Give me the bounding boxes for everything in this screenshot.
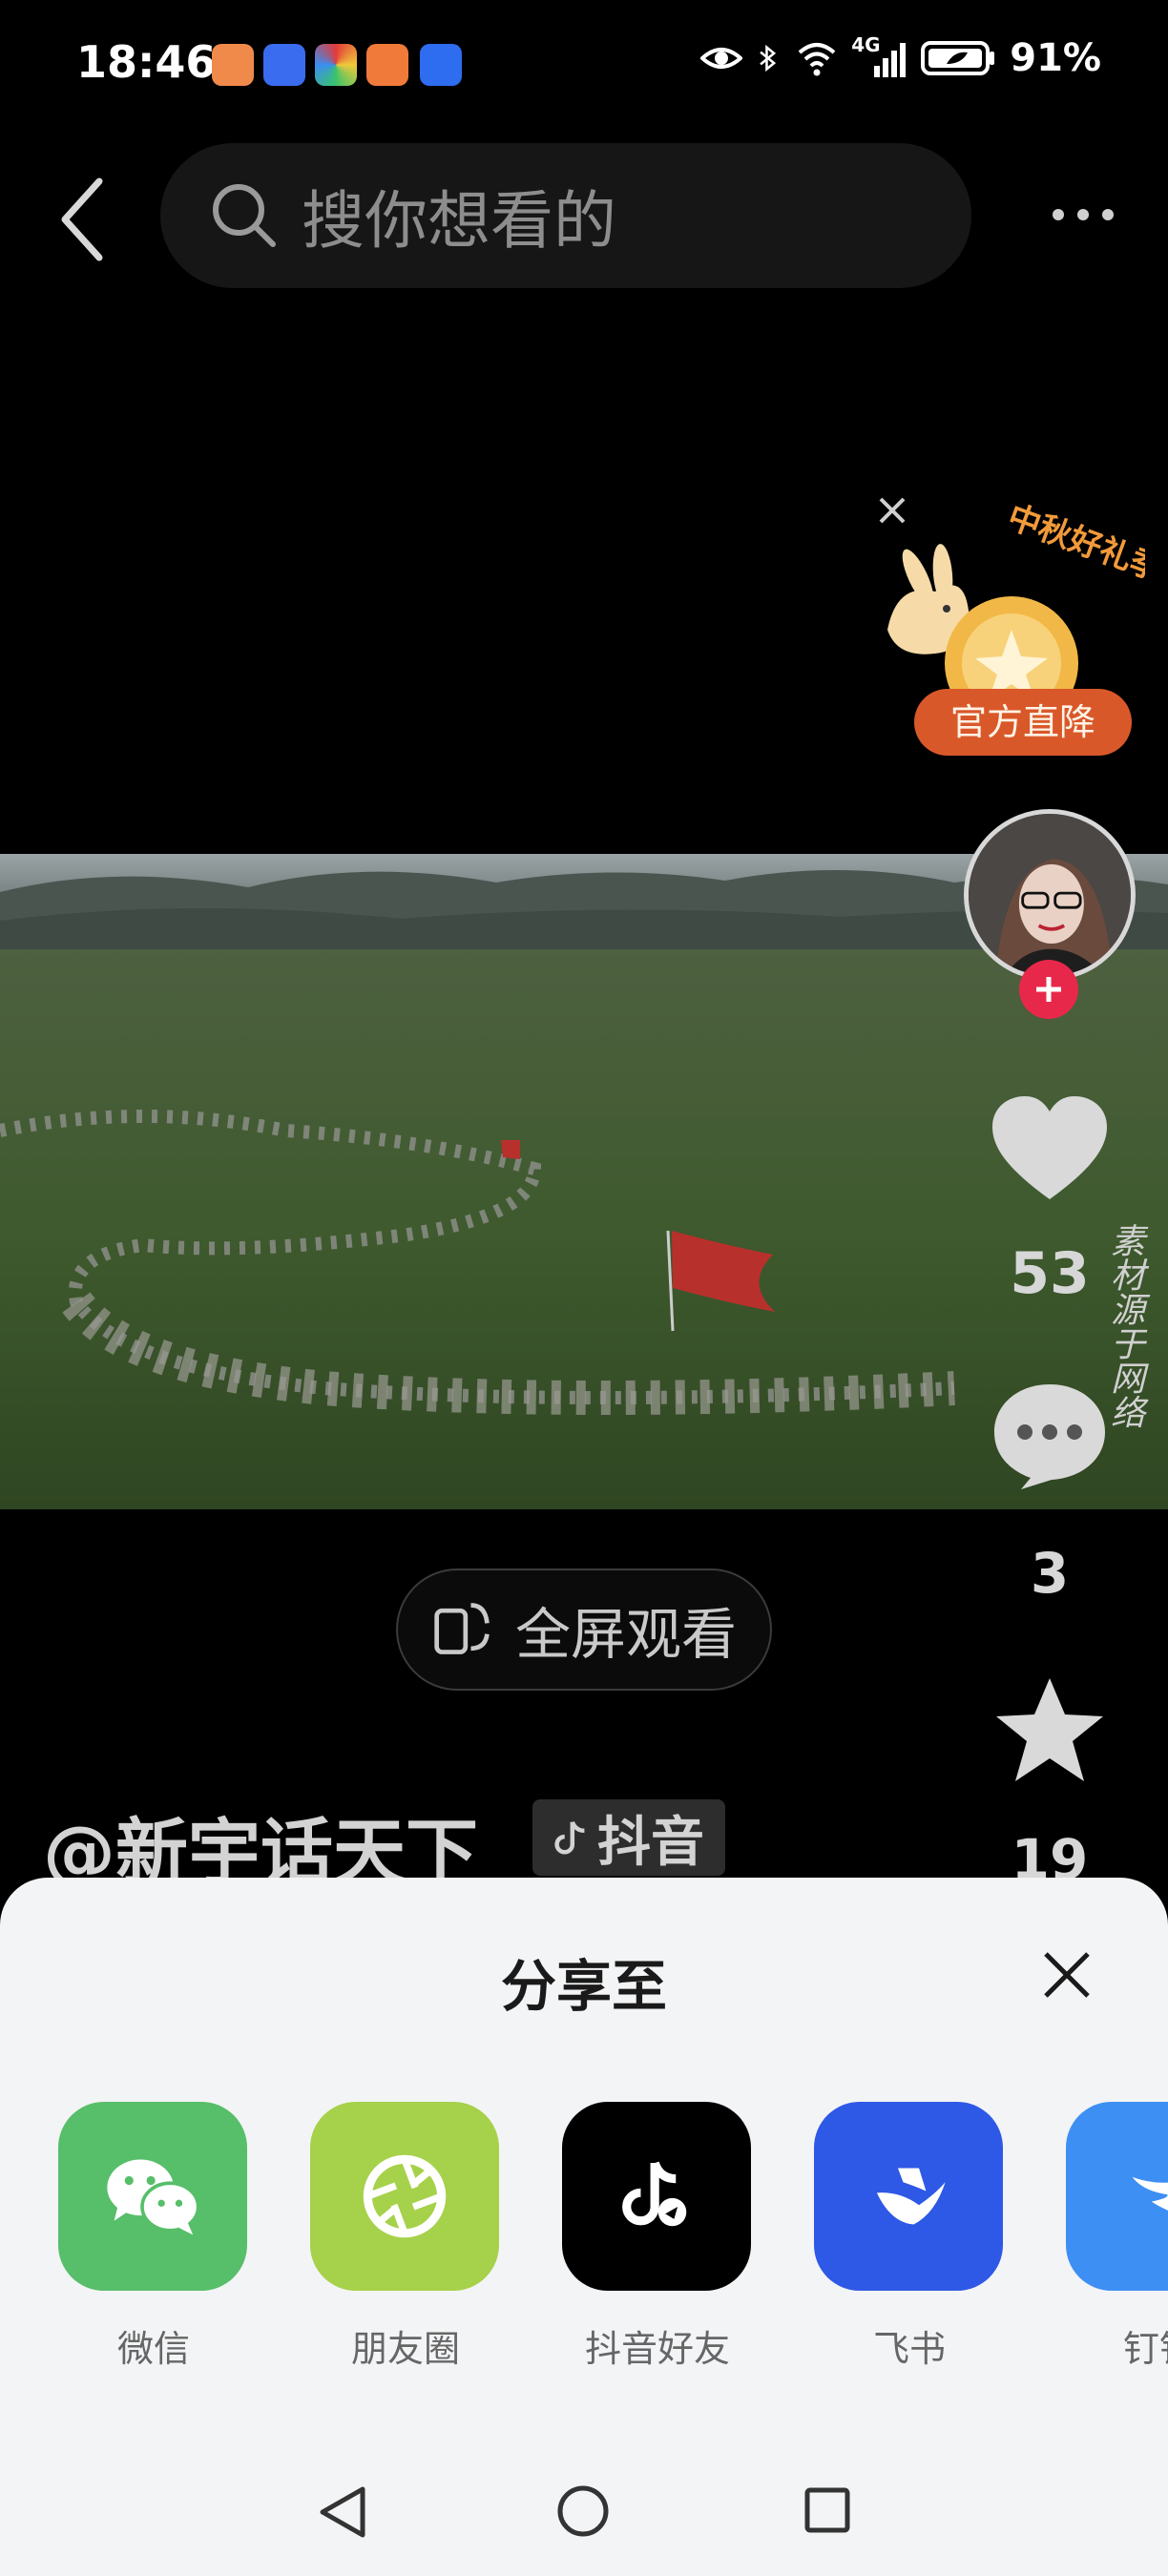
close-icon[interactable] xyxy=(1038,1946,1095,2004)
share-target-label: 朋友圈 xyxy=(350,2328,460,2370)
moments-shutter-icon xyxy=(310,2102,499,2291)
rotate-screen-icon xyxy=(434,1603,490,1654)
share-target-label: 微信 xyxy=(116,2328,190,2370)
platform-tag: 抖音 xyxy=(532,1799,725,1876)
battery-percent: 91% xyxy=(1010,36,1101,80)
back-button[interactable] xyxy=(38,172,134,267)
nav-home-icon[interactable] xyxy=(556,2484,610,2538)
network-type: 4G xyxy=(851,33,881,56)
notification-app-icon xyxy=(212,44,254,86)
eye-icon xyxy=(700,48,743,69)
video-watermark: 素材源于网络 xyxy=(1105,1223,1144,1429)
share-sheet-title: 分享至 xyxy=(500,1954,667,2019)
cellular-signal-icon: 4G xyxy=(851,33,907,79)
feishu-icon xyxy=(814,2102,1003,2291)
nav-back-icon[interactable] xyxy=(315,2483,368,2541)
search-icon xyxy=(213,184,276,247)
nav-recents-icon[interactable] xyxy=(803,2486,851,2534)
comment-icon[interactable] xyxy=(989,1379,1111,1491)
promo-close-icon[interactable] xyxy=(873,491,911,530)
share-target-label: 钉钉 xyxy=(1123,2328,1168,2370)
search-placeholder: 搜你想看的 xyxy=(302,184,616,258)
promo-badge-text: 中秋好礼季 xyxy=(1003,498,1145,590)
comment-count: 3 xyxy=(1030,1541,1070,1606)
promo-label[interactable]: 官方直降 xyxy=(914,689,1132,756)
douyin-friends-icon xyxy=(562,2102,751,2291)
status-time: 18:46 xyxy=(76,36,217,88)
share-target-douyin-friends[interactable]: 抖音好友 xyxy=(562,2102,753,2372)
battery-icon xyxy=(921,41,995,75)
notification-app-icon xyxy=(420,44,462,86)
fullscreen-label: 全屏观看 xyxy=(514,1602,737,1667)
dingtalk-icon xyxy=(1066,2102,1168,2291)
notification-app-icon xyxy=(263,44,305,86)
star-favorite-icon[interactable] xyxy=(992,1674,1107,1787)
douyin-note-icon xyxy=(554,1820,585,1855)
notification-app-icon xyxy=(366,44,408,86)
share-target-feishu[interactable]: 飞书 xyxy=(814,2102,1005,2372)
share-target-wechat[interactable]: 微信 xyxy=(58,2102,249,2372)
heart-like-icon[interactable] xyxy=(989,1092,1111,1205)
share-target-label: 抖音好友 xyxy=(584,2328,730,2370)
share-target-dingtalk[interactable]: 钉钉 xyxy=(1066,2102,1168,2372)
follow-plus-icon[interactable] xyxy=(1019,960,1078,1019)
search-input[interactable]: 搜你想看的 xyxy=(160,143,971,288)
fullscreen-button[interactable]: 全屏观看 xyxy=(396,1568,772,1691)
bluetooth-icon xyxy=(760,44,777,73)
platform-label: 抖音 xyxy=(597,1811,704,1874)
notification-app-icon xyxy=(315,44,357,86)
status-indicators: 4G 91% xyxy=(700,33,1101,80)
author-avatar[interactable] xyxy=(964,809,1136,981)
share-target-moments[interactable]: 朋友圈 xyxy=(310,2102,501,2372)
status-bar: 18:46 4G 91% xyxy=(0,0,1168,134)
share-target-label: 飞书 xyxy=(872,2328,946,2370)
wifi-icon xyxy=(798,43,836,76)
more-options-button[interactable] xyxy=(1045,181,1121,248)
avatar-image xyxy=(969,814,1131,976)
wechat-icon xyxy=(58,2102,247,2291)
